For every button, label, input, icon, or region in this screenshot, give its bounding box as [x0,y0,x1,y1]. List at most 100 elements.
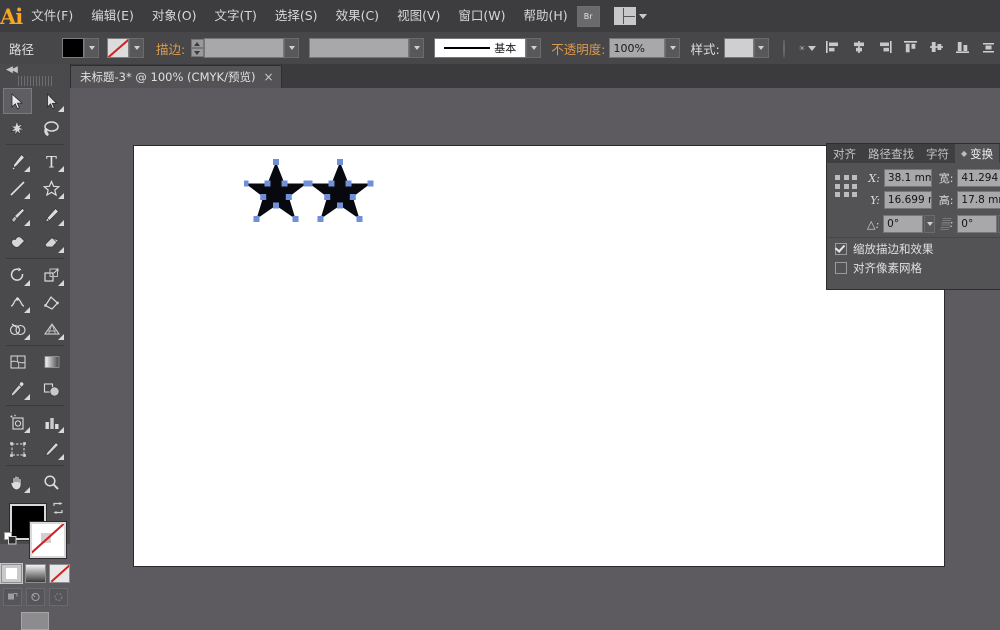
graphic-style-swatch[interactable] [724,38,754,58]
free-transform-tool[interactable] [37,289,66,315]
align-top-icon[interactable] [903,40,920,56]
fill-swatch-dropdown[interactable] [84,38,99,58]
align-bottom-icon[interactable] [955,40,972,56]
menu-edit[interactable]: 编辑(E) [82,0,143,32]
blend-tool[interactable] [37,376,66,402]
width-tool[interactable] [3,289,32,315]
eyedropper-tool[interactable] [3,376,32,402]
magic-wand-tool[interactable] [3,115,32,141]
menu-type[interactable]: 文字(T) [205,0,265,32]
scale-strokes-effects-checkbox[interactable] [835,243,847,255]
transform-panel-icon[interactable] [799,40,816,56]
menu-help[interactable]: 帮助(H) [515,0,577,32]
fill-color-swatch[interactable] [62,38,84,58]
stroke-swatch-dropdown[interactable] [129,38,144,58]
panel-menu-icon[interactable]: ◆ [961,150,967,158]
y-field[interactable]: 16.699 m [884,191,932,209]
stroke-style-field[interactable] [309,38,409,58]
panel-tab-transform[interactable]: ◆ 变换 [955,144,999,163]
eraser-tool[interactable] [37,229,66,255]
graphic-style-dropdown[interactable] [754,38,769,58]
menu-view[interactable]: 视图(V) [388,0,449,32]
draw-behind-button[interactable] [26,588,45,606]
rotate-angle-field[interactable]: 0° [883,215,923,233]
slice-tool[interactable] [37,436,66,462]
stroke-style-dropdown[interactable] [409,38,424,58]
column-graph-tool[interactable] [37,409,66,435]
hand-tool[interactable] [3,469,32,495]
draw-normal-button[interactable] [3,588,22,606]
x-field[interactable]: 38.1 mm [884,169,932,187]
stroke-color-control[interactable] [30,522,66,558]
align-pixel-grid-row[interactable]: 对齐像素网格 [835,260,1000,276]
stroke-weight-field[interactable] [204,38,284,58]
menu-select[interactable]: 选择(S) [266,0,327,32]
draw-inside-button[interactable] [49,588,68,606]
collapse-panel-icon[interactable]: ◀◀ [6,65,16,75]
align-pixel-grid-checkbox[interactable] [835,262,847,274]
shape-star-tool[interactable] [37,175,66,201]
pencil-tool[interactable] [37,202,66,228]
line-segment-tool[interactable] [3,175,32,201]
rotate-angle-dropdown[interactable] [924,215,935,233]
menu-window[interactable]: 窗口(W) [449,0,514,32]
pen-tool[interactable] [3,148,32,174]
swap-fill-stroke-icon[interactable] [52,502,64,514]
align-left-icon[interactable] [825,40,842,56]
artboard-tool[interactable] [3,436,32,462]
symbol-sprayer-tool[interactable] [3,409,32,435]
distribute-top-icon[interactable] [981,40,998,56]
mesh-tool[interactable] [3,349,32,375]
stroke-profile-field[interactable]: 基本 [434,38,526,58]
opacity-mask-icon[interactable] [783,39,785,58]
screen-mode-button[interactable] [21,612,49,630]
chevron-down-icon [808,46,816,51]
arrange-documents-button[interactable] [614,7,647,25]
width-field[interactable]: 41.294 [957,169,1000,187]
gradient-mode-button[interactable] [25,564,46,583]
close-icon[interactable]: × [263,71,273,83]
x-label: X: [867,172,880,185]
opacity-field[interactable]: 100% [609,38,665,58]
menu-effect[interactable]: 效果(C) [327,0,388,32]
lasso-tool[interactable] [37,115,66,141]
align-center-h-icon[interactable] [851,40,868,56]
panel-tab-pathfinder[interactable]: 路径查找 [862,144,920,163]
gradient-tool[interactable] [37,349,66,375]
tools-panel-grip[interactable] [18,76,52,86]
selection-tool[interactable] [3,88,32,114]
stroke-weight-stepper[interactable] [191,39,203,57]
menu-file[interactable]: 文件(F) [22,0,82,32]
rotate-tool[interactable] [3,262,32,288]
direct-selection-tool[interactable] [37,88,66,114]
scale-strokes-effects-row[interactable]: 缩放描边和效果 [835,241,1000,257]
type-tool[interactable]: T [37,148,66,174]
height-field[interactable]: 17.8 mm [957,191,1000,209]
bridge-button[interactable]: Br [577,6,600,27]
star-objects-group[interactable] [244,159,374,229]
zoom-tool[interactable] [37,469,66,495]
tools-panel-header[interactable]: ◀◀ [0,64,70,76]
align-middle-v-icon[interactable] [929,40,946,56]
document-tab[interactable]: 未标题-3* @ 100% (CMYK/预览) × [70,65,282,88]
blob-brush-tool[interactable] [3,229,32,255]
scale-tool[interactable] [37,262,66,288]
panel-tab-align[interactable]: 对齐 [827,144,862,163]
stroke-profile-dropdown[interactable] [526,38,541,58]
reference-point-selector[interactable] [835,175,859,199]
color-mode-button[interactable] [1,564,22,583]
opacity-dropdown[interactable] [665,38,680,58]
paintbrush-tool[interactable] [3,202,32,228]
default-fill-stroke-icon[interactable] [4,532,17,545]
menu-bar-right: Br [577,6,1000,27]
panel-tab-character[interactable]: 字符 [920,144,955,163]
shear-angle-field[interactable]: 0° [957,215,997,233]
stroke-weight-dropdown[interactable] [284,38,299,58]
menu-object[interactable]: 对象(O) [143,0,206,32]
stroke-color-swatch[interactable] [107,38,129,58]
shape-builder-tool[interactable] [3,316,32,342]
perspective-grid-tool[interactable] [37,316,66,342]
none-mode-button[interactable] [49,564,70,583]
align-right-icon[interactable] [877,40,894,56]
artboard[interactable] [133,145,945,567]
